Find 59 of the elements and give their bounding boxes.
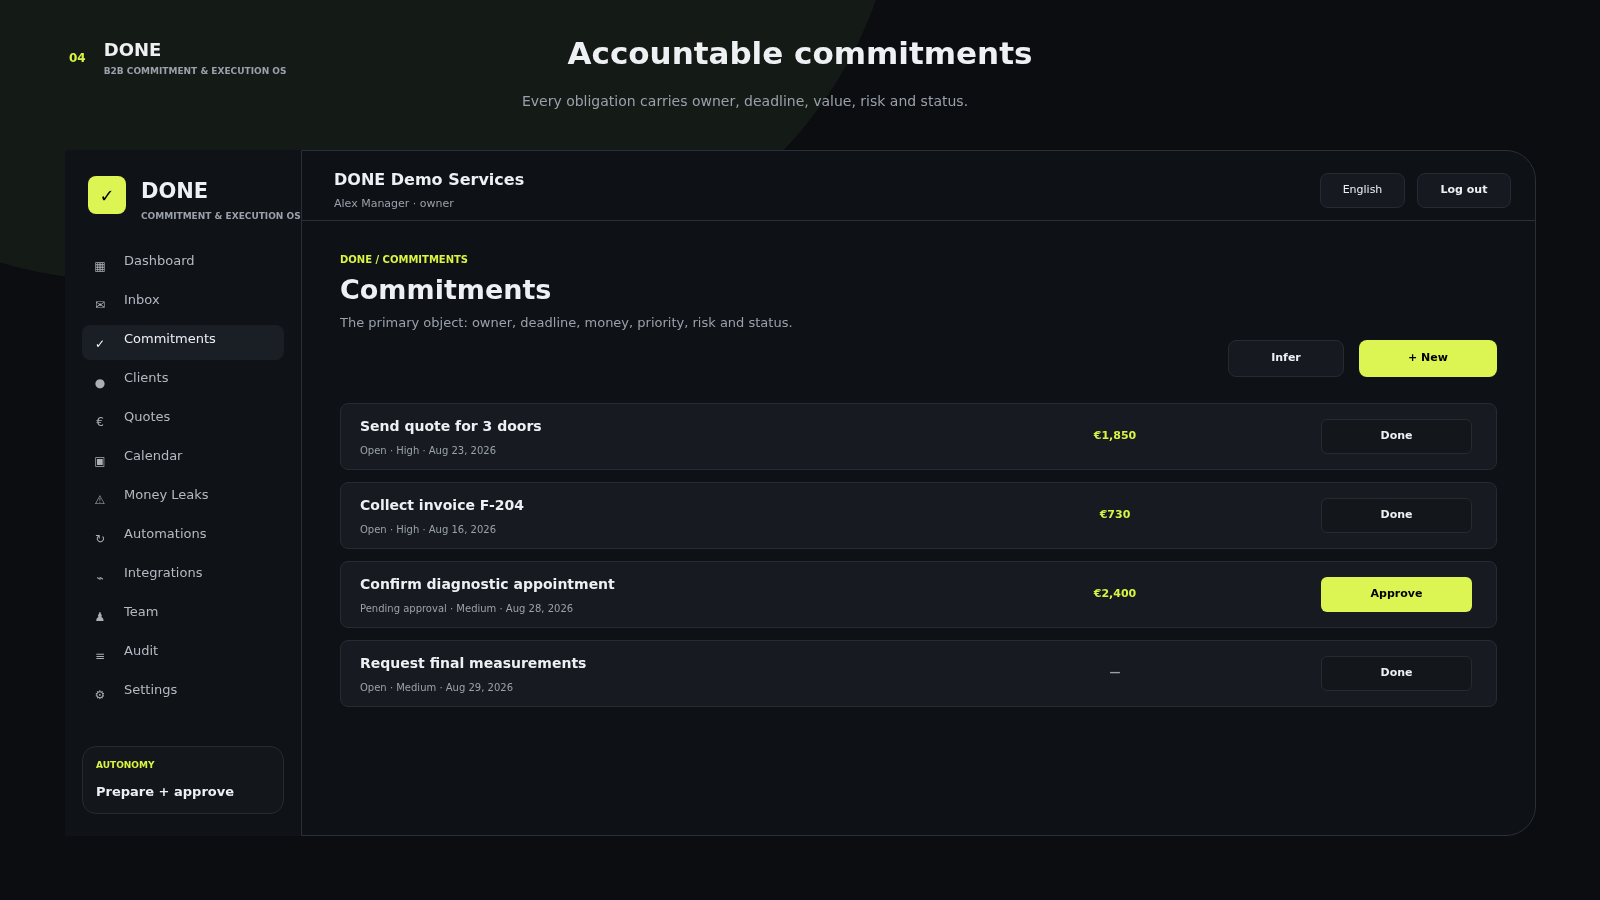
page-title: Commitments	[340, 273, 553, 307]
slide-title: Accountable commitments	[567, 34, 1033, 73]
sidebar-item[interactable]: ♟ Team	[82, 597, 284, 633]
nav-icon: ✓	[94, 335, 106, 353]
nav-icon: ⚙	[94, 686, 106, 704]
commitment-title: Confirm diagnostic appointment	[360, 574, 616, 594]
commitment-amount: €1,850	[1092, 428, 1138, 445]
sidebar-item[interactable]: ⚙ Settings	[82, 675, 284, 711]
approve-button[interactable]: Approve	[1321, 577, 1472, 612]
brand-tagline: B2B COMMITMENT & EXECUTION OS	[103, 65, 287, 78]
slide-subtitle: Every obligation carries owner, deadline, value, risk and status.	[521, 91, 969, 111]
brand-title: DONE	[103, 38, 163, 62]
brand-name: DONE	[141, 181, 210, 202]
nav-icon: ▣	[94, 452, 106, 470]
commitment-amount: €2,400	[1092, 586, 1138, 603]
sidebar-item[interactable]: ≡ Audit	[82, 636, 284, 672]
nav-icon: ♟	[94, 608, 106, 626]
page-description: The primary object: owner, deadline, money, priority, risk and status.	[340, 313, 794, 332]
nav-icon: ●	[94, 374, 106, 392]
logout-button[interactable]: Log out	[1417, 173, 1511, 208]
nav-icon: €	[94, 413, 106, 431]
commitment-title: Send quote for 3 doors	[360, 416, 543, 436]
sidebar-item[interactable]: ▣ Calendar	[82, 441, 284, 477]
autonomy-label: AUTONOMY	[96, 759, 156, 772]
commitment-meta: Pending approval · Medium · Aug 28, 2026	[360, 601, 575, 616]
sidebar-item[interactable]: ⚠ Money Leaks	[82, 480, 284, 516]
logo-icon: ✓	[88, 176, 126, 214]
sidebar-item[interactable]: € Quotes	[82, 402, 284, 438]
sidebar-item[interactable]: ▦ Dashboard	[82, 246, 284, 282]
done-button[interactable]: Done	[1321, 656, 1472, 691]
nav-icon: ↻	[94, 530, 106, 548]
breadcrumb: DONE / COMMITMENTS	[340, 253, 470, 267]
brand-tagline: COMMITMENT & EXECUTION OS	[141, 210, 301, 223]
nav-icon: ✉	[94, 296, 106, 314]
sidebar-item[interactable]: ✓ Commitments	[82, 324, 284, 360]
slide-number: 04	[69, 50, 86, 67]
infer-button[interactable]: Infer	[1228, 340, 1344, 377]
nav-icon: ≡	[94, 647, 106, 665]
sidebar-item[interactable]: ↻ Automations	[82, 519, 284, 555]
nav-icon: ⌁	[94, 569, 106, 587]
sidebar-item[interactable]: ✉ Inbox	[82, 285, 284, 321]
nav-icon: ⚠	[94, 491, 106, 509]
user-info: Alex Manager · owner	[334, 196, 455, 213]
commitment-meta: Open · Medium · Aug 29, 2026	[360, 680, 514, 695]
commitment-amount: —	[1108, 665, 1122, 682]
done-button[interactable]: Done	[1321, 498, 1472, 533]
commitment-title: Collect invoice F-204	[360, 495, 525, 515]
nav-icon: ▦	[94, 257, 106, 275]
sidebar-item[interactable]: ● Clients	[82, 363, 284, 399]
language-button[interactable]: English	[1320, 173, 1405, 208]
sidebar-item[interactable]: ⌁ Integrations	[82, 558, 284, 594]
commitment-amount: €730	[1098, 507, 1132, 524]
autonomy-value: Prepare + approve	[96, 782, 236, 801]
done-button[interactable]: Done	[1321, 419, 1472, 454]
commitment-meta: Open · High · Aug 23, 2026	[360, 443, 497, 458]
commitment-title: Request final measurements	[360, 653, 588, 673]
commitment-meta: Open · High · Aug 16, 2026	[360, 522, 497, 537]
new-button[interactable]: + New	[1359, 340, 1497, 377]
organization-name: DONE Demo Services	[334, 169, 525, 192]
